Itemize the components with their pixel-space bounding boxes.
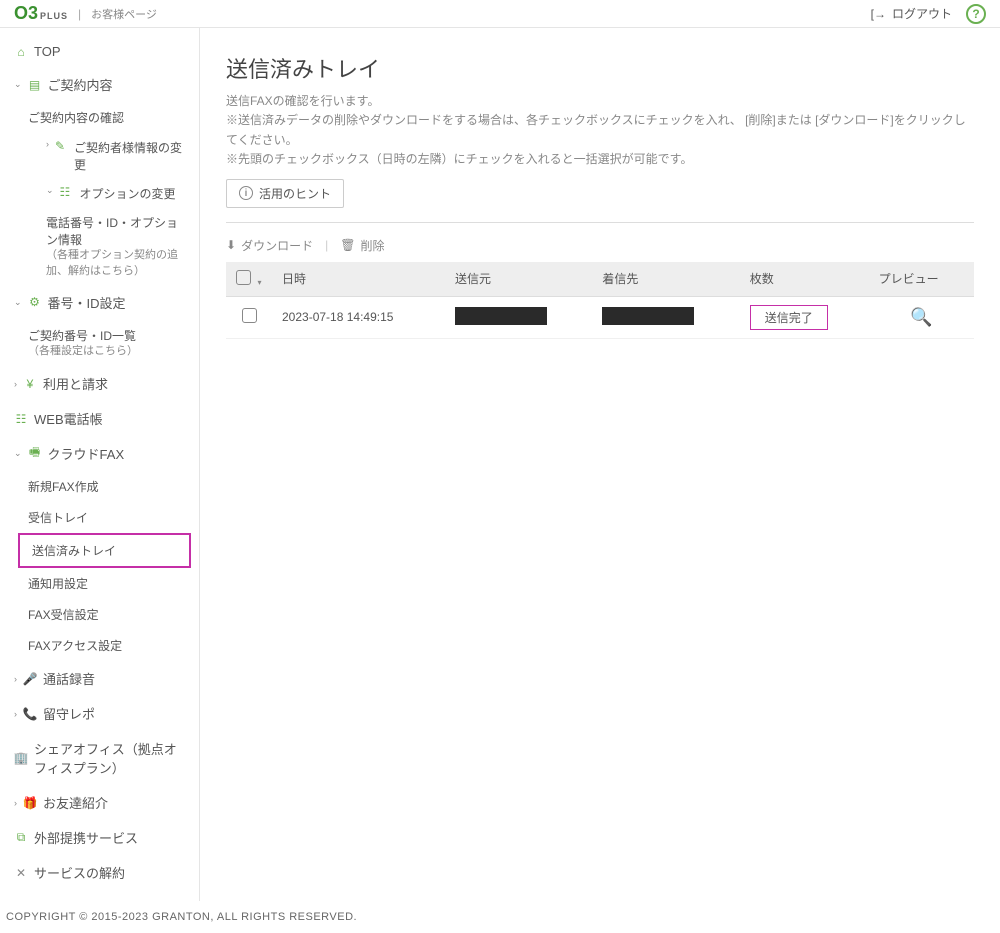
nav-fax-notify[interactable]: 通知用設定 <box>0 568 199 599</box>
yen-icon: ¥ <box>23 377 37 391</box>
cell-to-redacted <box>602 307 694 325</box>
desc-2: ※送信済みデータの削除やダウンロードをする場合は、各チェックボックスにチェックを… <box>226 111 974 149</box>
th-preview: プレビュー <box>869 262 974 297</box>
trash-icon: 🗑 <box>340 238 355 252</box>
phonebook-icon: ☷ <box>14 412 28 426</box>
report-icon: 📞 <box>23 707 37 721</box>
home-icon: ⌂ <box>14 45 28 59</box>
nav-option-change[interactable]: ⌄☷オプションの変更 <box>0 179 199 208</box>
close-icon: ✕ <box>14 866 28 880</box>
nav-top[interactable]: ⌂TOP <box>0 36 199 67</box>
nav-fax-inbox[interactable]: 受信トレイ <box>0 502 199 533</box>
info-icon: i <box>239 186 253 200</box>
nav-contract-change[interactable]: ›✎ご契約者様情報の変更 <box>0 133 199 179</box>
nav-cloud-fax[interactable]: ⌄🖷クラウドFAX <box>0 436 199 471</box>
footer-copyright: COPYRIGHT © 2015-2023 GRANTON, ALL RIGHT… <box>0 901 1000 933</box>
gear-icon: ⚙ <box>28 295 42 309</box>
cell-from-redacted <box>455 307 547 325</box>
logo: O3PLUS <box>14 3 68 24</box>
cell-date: 2023-07-18 14:49:15 <box>272 296 445 338</box>
nav-fax-sent[interactable]: 送信済みトレイ <box>18 533 191 568</box>
nav-external[interactable]: ⧉外部提携サービス <box>0 820 199 855</box>
nav-fax-access[interactable]: FAXアクセス設定 <box>0 630 199 661</box>
select-all-checkbox[interactable] <box>236 270 251 285</box>
header-subtitle: お客様ページ <box>91 6 157 22</box>
document-icon: ▤ <box>28 78 42 92</box>
nav-web-phonebook[interactable]: ☷WEB電話帳 <box>0 401 199 436</box>
nav-contract-confirm[interactable]: ご契約内容の確認 <box>0 102 199 133</box>
page-title: 送信済みトレイ <box>226 52 974 84</box>
sidebar: ⌂TOP ⌄▤ご契約内容 ご契約内容の確認 ›✎ご契約者様情報の変更 ⌄☷オプシ… <box>0 28 200 901</box>
th-from[interactable]: 送信元 <box>445 262 592 297</box>
mic-icon: 🎤 <box>23 672 37 686</box>
nav-friend[interactable]: ›🎁お友達紹介 <box>0 785 199 820</box>
nav-rusu[interactable]: ›📞留守レポ <box>0 696 199 731</box>
hint-button[interactable]: i 活用のヒント <box>226 179 344 208</box>
nav-fax-new[interactable]: 新規FAX作成 <box>0 471 199 502</box>
gift-icon: 🎁 <box>23 796 37 810</box>
nav-billing[interactable]: ›¥利用と請求 <box>0 366 199 401</box>
option-icon: ☷ <box>60 185 74 199</box>
download-button[interactable]: ⬇ダウンロード <box>226 237 313 254</box>
logout-icon: [→ <box>871 7 886 21</box>
header: O3PLUS | お客様ページ [→ ログアウト ? <box>0 0 1000 28</box>
logout-button[interactable]: [→ ログアウト <box>871 5 952 22</box>
th-count[interactable]: 枚数 <box>740 262 869 297</box>
delete-button[interactable]: 🗑削除 <box>340 237 384 254</box>
nav-cancel[interactable]: ✕サービスの解約 <box>0 855 199 890</box>
nav-contact[interactable]: ✉お問い合わせ <box>0 890 199 901</box>
th-to[interactable]: 着信先 <box>592 262 739 297</box>
th-date[interactable]: 日時 <box>272 262 445 297</box>
status-badge: 送信完了 <box>750 305 828 330</box>
nav-number-list[interactable]: ご契約番号・ID一覧 （各種設定はこちら） <box>0 320 199 366</box>
nav-share-office[interactable]: 🏢シェアオフィス（拠点オフィスプラン） <box>0 731 199 785</box>
link-icon: ⧉ <box>14 831 28 845</box>
desc-3: ※先頭のチェックボックス（日時の左隣）にチェックを入れると一括選択が可能です。 <box>226 150 974 169</box>
desc-1: 送信FAXの確認を行います。 <box>226 92 974 111</box>
help-icon[interactable]: ? <box>966 4 986 24</box>
user-icon: ✎ <box>55 139 68 153</box>
fax-icon: 🖷 <box>28 447 42 461</box>
download-icon: ⬇ <box>226 238 236 252</box>
nav-option-info[interactable]: 電話番号・ID・オプション情報 （各種オプション契約の追加、解約はこちら） <box>0 208 199 285</box>
main-content: 送信済みトレイ 送信FAXの確認を行います。 ※送信済みデータの削除やダウンロー… <box>200 28 1000 901</box>
preview-icon[interactable]: 🔍 <box>910 307 932 327</box>
sent-table: ▾ 日時 送信元 着信先 枚数 プレビュー 2023-07-18 14:49:1… <box>226 262 974 339</box>
nav-fax-recv-set[interactable]: FAX受信設定 <box>0 599 199 630</box>
nav-rec[interactable]: ›🎤通話録音 <box>0 661 199 696</box>
office-icon: 🏢 <box>14 751 28 765</box>
nav-contract[interactable]: ⌄▤ご契約内容 <box>0 67 199 102</box>
sort-caret-icon[interactable]: ▾ <box>257 278 261 287</box>
nav-number-id[interactable]: ⌄⚙番号・ID設定 <box>0 285 199 320</box>
row-checkbox[interactable] <box>242 308 257 323</box>
table-row: 2023-07-18 14:49:15 送信完了 🔍 <box>226 296 974 338</box>
